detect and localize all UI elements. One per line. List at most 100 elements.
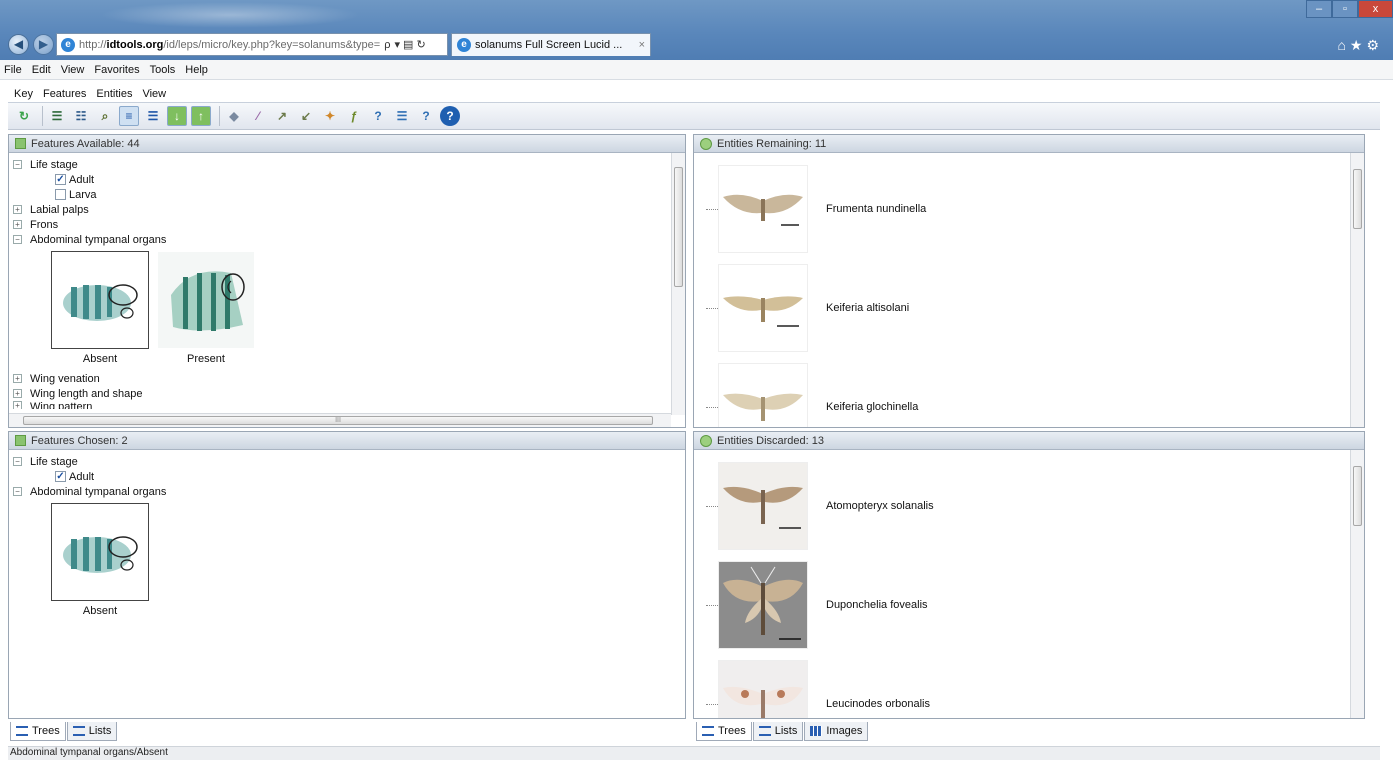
tree-item-labial-palps[interactable]: + Labial palps <box>13 202 685 217</box>
entity-name: Frumenta nundinella <box>826 202 927 215</box>
list-item[interactable]: Atomopteryx solanalis <box>694 456 1364 555</box>
expand-icon[interactable]: + <box>13 205 22 214</box>
tree-item-larva[interactable]: Larva <box>13 187 685 202</box>
pin-icon[interactable]: ✦ <box>320 106 340 126</box>
help-icon[interactable]: ? <box>440 106 460 126</box>
app-menu-entities[interactable]: Entities <box>96 88 132 100</box>
tab-lists[interactable]: Lists <box>752 722 804 741</box>
tab-close-icon[interactable]: × <box>639 39 645 51</box>
wand-icon[interactable]: ⁄ <box>248 106 268 126</box>
browser-tab[interactable]: e solanums Full Screen Lucid ... × <box>451 33 651 56</box>
scroll-thumb[interactable]: III <box>23 416 653 425</box>
entity-name: Atomopteryx solanalis <box>826 499 934 512</box>
tree-item-adult[interactable]: ✓ Adult <box>13 172 685 187</box>
features-expand-icon[interactable]: ☰ <box>47 106 67 126</box>
collapse-icon[interactable]: − <box>13 487 22 496</box>
moth-image[interactable] <box>718 461 808 550</box>
menu-file[interactable]: File <box>4 64 22 76</box>
scroll-thumb[interactable] <box>674 167 683 287</box>
features-available-hscroll[interactable]: III <box>9 413 671 427</box>
expand-icon[interactable]: + <box>13 401 22 409</box>
tree-item-wing-length-and-shape[interactable]: + Wing length and shape <box>13 386 685 401</box>
list-icon[interactable]: ☰ <box>392 106 412 126</box>
back-button[interactable]: ◀ <box>8 34 29 55</box>
scroll-thumb[interactable] <box>1353 169 1362 229</box>
feature-score-icon[interactable]: ƒ <box>344 106 364 126</box>
tab-lists[interactable]: Lists <box>66 722 118 741</box>
entities-remaining-vscroll[interactable] <box>1350 153 1364 427</box>
question-icon[interactable]: ? <box>416 106 436 126</box>
tab-trees[interactable]: Trees <box>10 722 66 741</box>
state-present[interactable]: Present <box>157 251 255 365</box>
adult-checkbox[interactable]: ✓ <box>55 471 66 482</box>
tree-item-abdominal-tympanal-organs[interactable]: − Abdominal tympanal organs <box>13 232 685 247</box>
moth-image[interactable] <box>718 362 808 427</box>
find-icon[interactable]: ⌕ <box>95 106 115 126</box>
tree-item-life-stage[interactable]: − Life stage <box>13 157 685 172</box>
titlebar-glow <box>100 2 360 28</box>
features-available-vscroll[interactable] <box>671 153 685 415</box>
app-menu-key[interactable]: Key <box>14 88 33 100</box>
collapse-icon[interactable]: − <box>13 235 22 244</box>
tree-item-wing-pattern[interactable]: + Wing pattern <box>13 401 685 409</box>
tree-item-abdominal-tympanal-organs[interactable]: − Abdominal tympanal organs <box>13 484 685 499</box>
restart-icon[interactable]: ↻ <box>14 106 34 126</box>
state-absent[interactable]: Absent <box>51 503 149 617</box>
help-entity-icon[interactable]: ? <box>368 106 388 126</box>
moth-image[interactable] <box>718 263 808 352</box>
list-item[interactable]: Duponchelia fovealis <box>694 555 1364 654</box>
download-icon[interactable]: ↓ <box>167 106 187 126</box>
browser-home-favorites-settings-icons[interactable]: ⌂★⚙ <box>1337 37 1383 54</box>
collapse-icon[interactable]: − <box>13 457 22 466</box>
upload-icon[interactable]: ↑ <box>191 106 211 126</box>
moth-image[interactable] <box>718 560 808 649</box>
tree-view-icon[interactable]: ≡ <box>119 106 139 126</box>
features-collapse-icon[interactable]: ☷ <box>71 106 91 126</box>
address-bar[interactable]: e http://idtools.org/id/leps/micro/key.p… <box>56 33 448 56</box>
browser-menubar: File Edit View Favorites Tools Help <box>0 60 1393 80</box>
tree-item-wing-venation[interactable]: + Wing venation <box>13 371 685 386</box>
list-item[interactable]: Keiferia glochinella <box>694 357 1364 427</box>
menu-help[interactable]: Help <box>185 64 208 76</box>
list-item[interactable]: Keiferia altisolani <box>694 258 1364 357</box>
tree-item-life-stage[interactable]: − Life stage <box>13 454 685 469</box>
tag-icon[interactable]: ◆ <box>224 106 244 126</box>
expand-icon[interactable]: + <box>13 374 22 383</box>
collapse-icon[interactable]: − <box>13 160 22 169</box>
minimize-button[interactable]: – <box>1306 0 1332 18</box>
tree-item-frons[interactable]: + Frons <box>13 217 685 232</box>
tympanal-absent-image[interactable] <box>51 503 149 601</box>
list-item[interactable]: Leucinodes orbonalis <box>694 654 1364 718</box>
moth-image[interactable] <box>718 164 808 253</box>
tympanal-absent-image[interactable] <box>51 251 149 349</box>
menu-tools[interactable]: Tools <box>150 64 176 76</box>
search-icon[interactable]: ρ <box>384 39 390 51</box>
expand-icon[interactable]: + <box>13 389 22 398</box>
app-menu-features[interactable]: Features <box>43 88 86 100</box>
arrow-left-icon[interactable]: ↙ <box>296 106 316 126</box>
larva-checkbox[interactable] <box>55 189 66 200</box>
address-controls[interactable]: ▾ ▤ ↻ <box>394 38 425 51</box>
page-vscroll[interactable] <box>1382 85 1393 760</box>
maximize-button[interactable]: ▫ <box>1332 0 1358 18</box>
tree-item-adult[interactable]: ✓ Adult <box>13 469 685 484</box>
expand-icon[interactable]: + <box>13 220 22 229</box>
address-host: idtools.org <box>106 38 164 51</box>
app-menu-view[interactable]: View <box>142 88 166 100</box>
scroll-thumb[interactable] <box>1353 466 1362 526</box>
tab-images[interactable]: Images <box>804 722 869 741</box>
close-window-button[interactable]: x <box>1358 0 1393 18</box>
state-absent[interactable]: Absent <box>51 251 149 365</box>
menu-edit[interactable]: Edit <box>32 64 51 76</box>
entities-discarded-vscroll[interactable] <box>1350 450 1364 718</box>
tab-trees[interactable]: Trees <box>696 722 752 741</box>
menu-favorites[interactable]: Favorites <box>94 64 139 76</box>
menu-view[interactable]: View <box>61 64 85 76</box>
tympanal-present-image[interactable] <box>157 251 255 349</box>
list-view-icon[interactable]: ☰ <box>143 106 163 126</box>
forward-button[interactable]: ▶ <box>33 34 54 55</box>
adult-checkbox[interactable]: ✓ <box>55 174 66 185</box>
arrow-icon[interactable]: ↗ <box>272 106 292 126</box>
list-item[interactable]: Frumenta nundinella <box>694 159 1364 258</box>
moth-image[interactable] <box>718 659 808 718</box>
